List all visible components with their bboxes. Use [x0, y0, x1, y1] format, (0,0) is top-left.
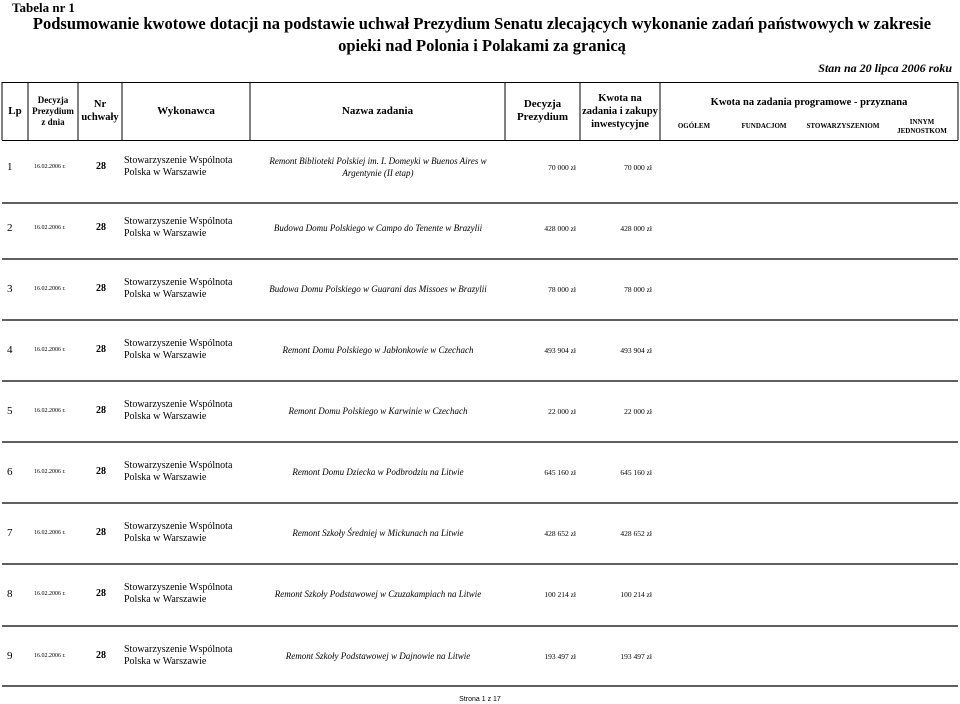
row-task-name: Remont Szkoły Podstawowej w Czuzakampiac…	[274, 589, 482, 599]
row-resolution-no: 28	[96, 650, 106, 661]
row-lp: 1	[7, 161, 13, 173]
row-contractor: Stowarzyszenie Wspólnota Polska w Warsza…	[124, 521, 233, 544]
header-program-amount: Kwota na zadania programowe - przyznana	[710, 96, 908, 108]
header-task-name: Nazwa zadania	[341, 104, 414, 117]
row-date: 16.02.2006 r.	[34, 530, 66, 536]
row-decision-amount: 70 000 zł	[548, 163, 576, 172]
row-resolution-no: 28	[96, 527, 106, 538]
row-contractor: Stowarzyszenie Wspólnota Polska w Warsza…	[124, 216, 233, 239]
row-decision-amount: 100 214 zł	[544, 590, 576, 599]
row-resolution-no: 28	[96, 588, 106, 599]
row-contractor: Stowarzyszenie Wspólnota Polska w Warsza…	[124, 277, 233, 300]
row-contractor: Stowarzyszenie Wspólnota Polska w Warsza…	[124, 155, 233, 178]
header-lp: Lp	[8, 104, 22, 117]
row-decision-amount: 193 497 zł	[544, 652, 576, 661]
row-decision-amount: 428 000 zł	[544, 224, 576, 233]
page-footer: Strona 1 z 17	[459, 696, 501, 703]
row-task-name: Budowa Domu Polskiego w Guarani das Miss…	[269, 284, 487, 294]
row-date: 16.02.2006 r.	[34, 286, 66, 292]
row-total-amount: 100 214 zł	[620, 590, 652, 599]
row-date: 16.02.2006 r.	[34, 408, 66, 414]
row-total-amount: 645 160 zł	[620, 468, 652, 477]
row-total-amount: 193 497 zł	[620, 652, 652, 661]
row-decision-amount: 22 000 zł	[548, 407, 576, 416]
row-date: 16.02.2006 r.	[34, 164, 66, 170]
header-contractor: Wykonawca	[157, 104, 215, 117]
header-decision-date: Decyzja Prezydium z dnia	[32, 94, 74, 127]
row-resolution-no: 28	[96, 161, 106, 172]
row-task-name: Remont Szkoły Podstawowej w Dajnowie na …	[285, 651, 471, 661]
row-lp: 6	[7, 466, 13, 478]
row-lp: 8	[7, 588, 13, 600]
row-lp: 9	[7, 650, 13, 662]
row-resolution-no: 28	[96, 222, 106, 233]
row-date: 16.02.2006 r.	[34, 653, 66, 659]
row-lp: 4	[7, 344, 13, 356]
row-decision-amount: 428 652 zł	[544, 529, 576, 538]
header-decision: Decyzja Prezydium	[516, 98, 569, 123]
row-task-name: Remont Domu Polskiego w Karwinie w Czech…	[288, 406, 468, 416]
row-contractor: Stowarzyszenie Wspólnota Polska w Warsza…	[124, 582, 233, 605]
row-date: 16.02.2006 r.	[34, 591, 66, 597]
row-contractor: Stowarzyszenie Wspólnota Polska w Warsza…	[124, 644, 233, 667]
row-decision-amount: 645 160 zł	[544, 468, 576, 477]
row-task-name: Remont Domu Dziecka w Podbrodziu na Litw…	[292, 467, 464, 477]
row-resolution-no: 28	[96, 344, 106, 355]
row-date: 16.02.2006 r.	[34, 469, 66, 475]
row-total-amount: 70 000 zł	[624, 163, 652, 172]
row-resolution-no: 28	[96, 283, 106, 294]
row-resolution-no: 28	[96, 405, 106, 416]
row-decision-amount: 78 000 zł	[548, 285, 576, 294]
row-decision-amount: 493 904 zł	[544, 346, 576, 355]
row-total-amount: 428 000 zł	[620, 224, 652, 233]
row-task-name: Remont Szkoły Średniej w Mickunach na Li…	[292, 528, 464, 538]
row-total-amount: 493 904 zł	[620, 346, 652, 355]
row-lp: 5	[7, 405, 13, 417]
row-contractor: Stowarzyszenie Wspólnota Polska w Warsza…	[124, 338, 233, 361]
row-total-amount: 22 000 zł	[624, 407, 652, 416]
row-resolution-no: 28	[96, 466, 106, 477]
row-contractor: Stowarzyszenie Wspólnota Polska w Warsza…	[124, 399, 233, 422]
row-total-amount: 78 000 zł	[624, 285, 652, 294]
row-lp: 7	[7, 527, 13, 539]
row-date: 16.02.2006 r.	[34, 347, 66, 353]
header-total: OGÓŁEM	[677, 122, 711, 130]
row-date: 16.02.2006 r.	[34, 225, 66, 231]
header-foundations: FUNDACJOM	[741, 122, 787, 130]
row-lp: 2	[7, 222, 13, 234]
header-other-units: INNYM JEDNOSTKOM	[897, 118, 947, 135]
row-total-amount: 428 652 zł	[620, 529, 652, 538]
row-task-name: Remont Domu Polskiego w Jabłonkowie w Cz…	[282, 345, 474, 355]
header-resolution-no: Nr uchwały	[81, 99, 119, 123]
row-lp: 3	[7, 283, 13, 295]
row-contractor: Stowarzyszenie Wspólnota Polska w Warsza…	[124, 460, 233, 483]
row-task-name: Remont Biblioteki Polskiej im. I. Domeyk…	[269, 156, 487, 178]
row-task-name: Budowa Domu Polskiego w Campo do Tenente…	[273, 223, 483, 233]
header-investment-amount: Kwota na zadania i zakupy inwestycyjne	[582, 92, 658, 130]
header-associations: STOWARZYSZENIOM	[806, 122, 880, 130]
